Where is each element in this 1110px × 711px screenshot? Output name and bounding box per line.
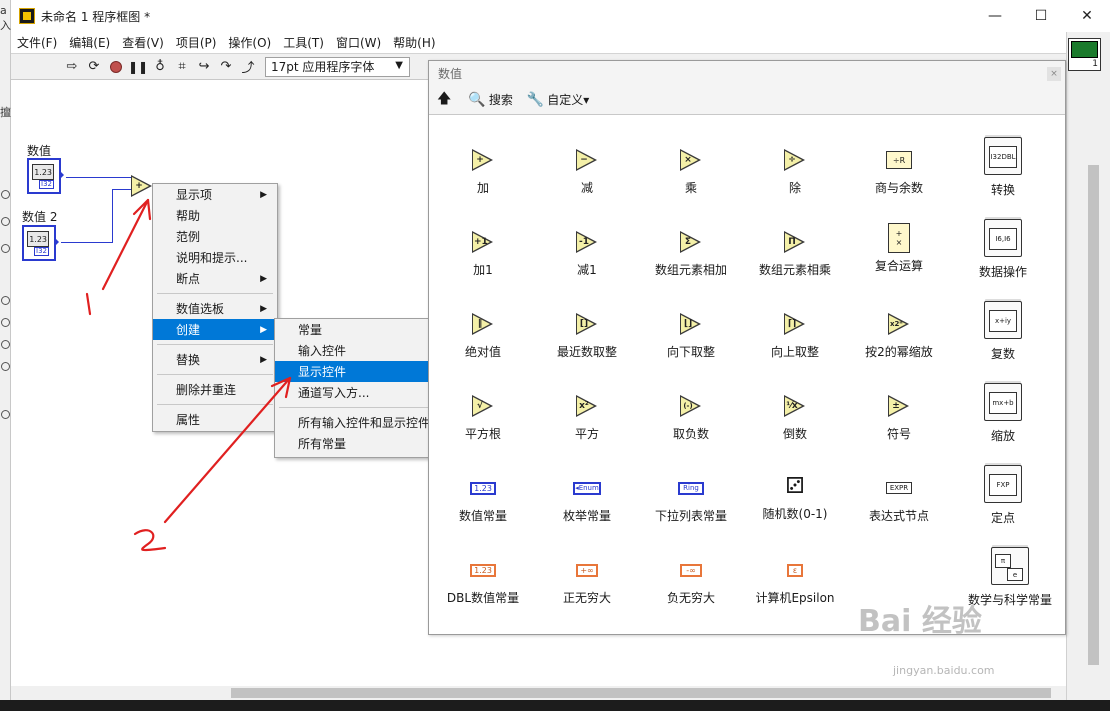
horizontal-scrollbar[interactable] xyxy=(11,686,1066,700)
annotation-arrow-2 xyxy=(163,376,292,524)
annotation-digit-2 xyxy=(133,529,167,552)
annotation-arrow-1 xyxy=(101,198,150,291)
watermark-url: jingyan.baidu.com xyxy=(893,664,995,677)
annotation-digit-1 xyxy=(85,292,92,316)
taskbar xyxy=(0,700,1110,711)
watermark-brand: Bai 经验 xyxy=(858,604,982,639)
scroll-thumb[interactable] xyxy=(231,688,1051,698)
